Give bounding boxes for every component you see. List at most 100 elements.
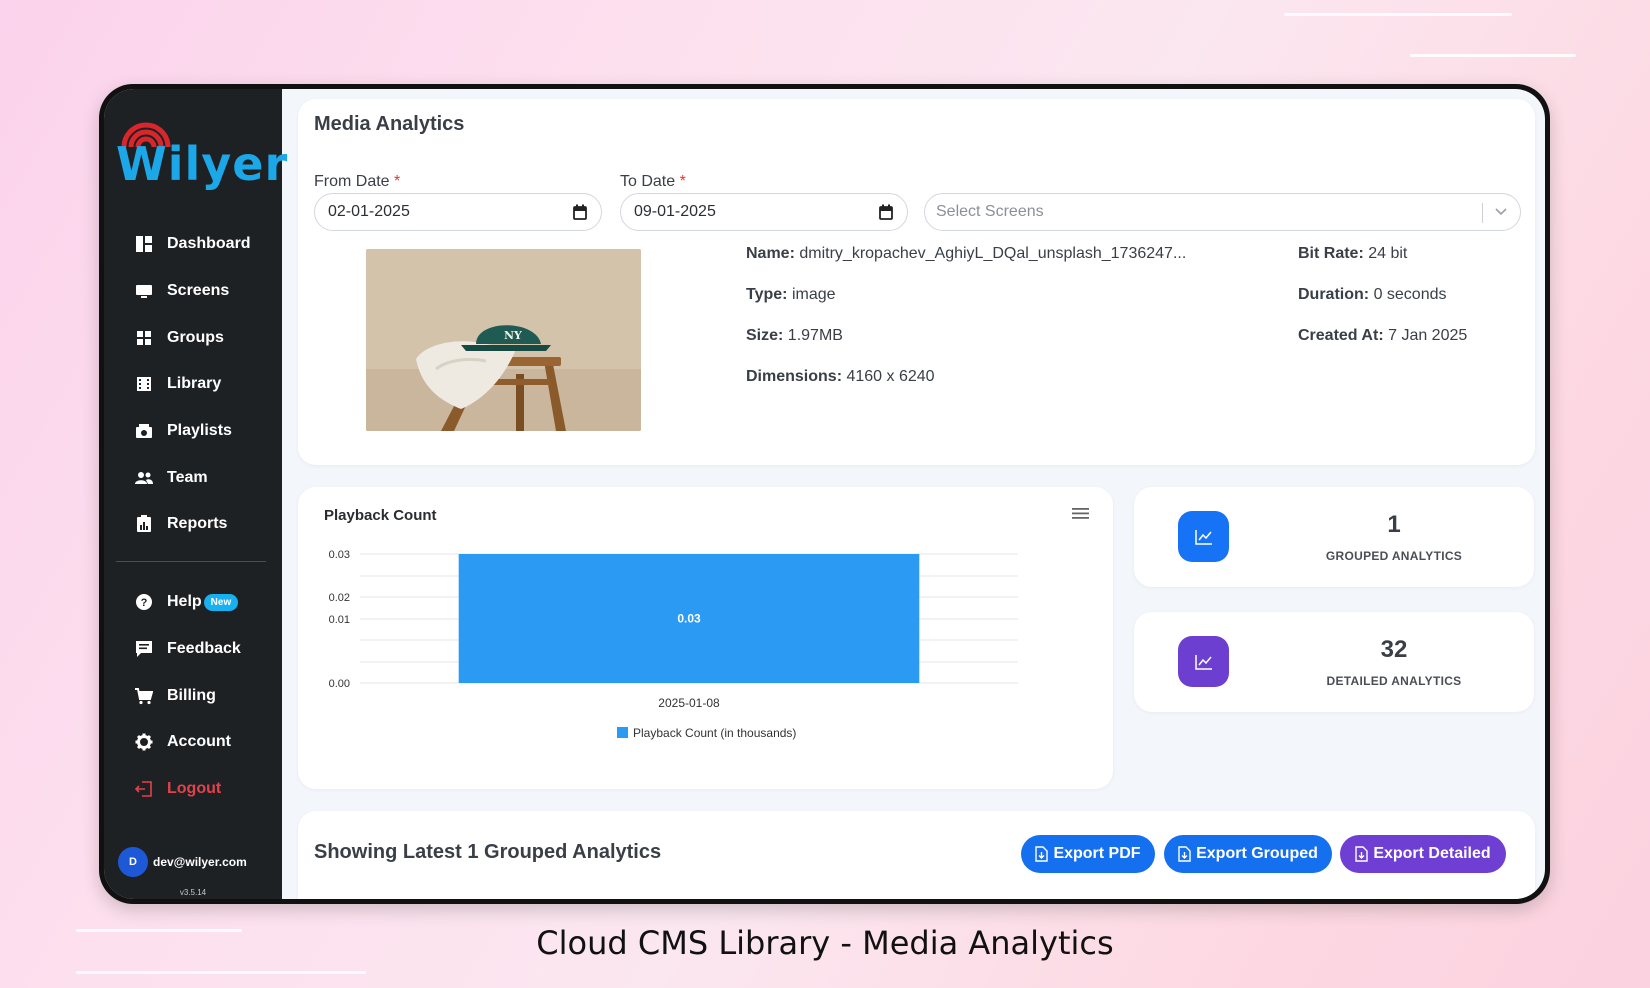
meta-bitrate-value: 24 bit bbox=[1368, 245, 1408, 262]
export-pdf-label: Export PDF bbox=[1053, 845, 1141, 862]
report-icon bbox=[134, 514, 154, 534]
export-grouped-label: Export Grouped bbox=[1196, 845, 1318, 862]
meta-type: Type: image bbox=[746, 286, 836, 304]
dropdown-divider bbox=[1482, 203, 1483, 223]
monitor-icon bbox=[134, 281, 154, 301]
to-date-value: 09-01-2025 bbox=[634, 203, 716, 220]
grouped-analytics-card[interactable]: 1 GROUPED ANALYTICS bbox=[1134, 487, 1534, 587]
sidebar-item-team[interactable]: Team bbox=[104, 454, 282, 501]
export-grouped-button[interactable]: Export Grouped bbox=[1164, 835, 1332, 873]
meta-name-value: dmitry_kropachev_AghiyL_DQal_unsplash_17… bbox=[799, 245, 1187, 262]
film-icon bbox=[134, 374, 154, 394]
meta-size-label: Size: bbox=[746, 327, 784, 344]
sidebar-item-dashboard[interactable]: Dashboard bbox=[104, 221, 282, 268]
meta-type-value: image bbox=[791, 286, 836, 303]
detailed-analytics-value: 32 bbox=[1380, 636, 1408, 663]
sidebar-item-groups[interactable]: Groups bbox=[104, 314, 282, 361]
chart-line-icon bbox=[1178, 636, 1229, 687]
calendar-icon[interactable] bbox=[573, 204, 587, 225]
meta-created: Created At: 7 Jan 2025 bbox=[1298, 327, 1467, 345]
to-date-input[interactable]: 09-01-2025 bbox=[620, 193, 908, 231]
playback-chart: 0.03 0.02 0.01 0.00 0.03 2025-01-08 Playback C… bbox=[329, 549, 1018, 740]
decorative-line bbox=[1284, 13, 1512, 16]
meta-dimensions-value: 4160 x 6240 bbox=[846, 368, 935, 385]
to-date-label-text: To Date bbox=[620, 173, 676, 190]
select-screens-placeholder: Select Screens bbox=[936, 203, 1044, 220]
meta-size: Size: 1.97MB bbox=[746, 327, 843, 345]
from-date-label-text: From Date bbox=[314, 173, 390, 190]
chart-line-icon bbox=[1178, 511, 1229, 562]
sidebar-item-label: Playlists bbox=[167, 422, 232, 440]
from-date-input[interactable]: 02-01-2025 bbox=[314, 193, 602, 231]
sidebar-item-label: Help bbox=[167, 593, 202, 611]
calendar-icon[interactable] bbox=[879, 204, 893, 225]
export-detailed-button[interactable]: Export Detailed bbox=[1340, 835, 1506, 873]
gear-icon bbox=[134, 732, 154, 752]
y-tick-label: 0.03 bbox=[329, 549, 350, 561]
file-download-icon bbox=[1355, 846, 1369, 862]
cart-icon bbox=[134, 686, 154, 706]
decorative-line bbox=[1410, 54, 1576, 57]
sidebar-item-label: Feedback bbox=[167, 640, 241, 658]
meta-bitrate: Bit Rate: 24 bit bbox=[1298, 245, 1407, 263]
sidebar-item-playlists[interactable]: Playlists bbox=[104, 408, 282, 455]
select-screens-dropdown[interactable]: Select Screens bbox=[924, 193, 1521, 231]
nav-divider bbox=[116, 561, 266, 562]
sidebar-item-label: Billing bbox=[167, 686, 216, 704]
y-tick-label: 0.00 bbox=[329, 678, 350, 690]
sidebar-item-label: Team bbox=[167, 468, 208, 486]
sidebar-item-billing[interactable]: Billing bbox=[104, 672, 282, 719]
required-mark: * bbox=[679, 173, 686, 190]
sidebar-item-label: Groups bbox=[167, 328, 224, 346]
help-icon: ? bbox=[134, 592, 154, 612]
sidebar-item-feedback[interactable]: Feedback bbox=[104, 626, 282, 673]
main-content: Media Analytics From Date * 02-01-2025 T… bbox=[282, 89, 1545, 899]
user-profile[interactable]: D dev@wilyer.com bbox=[118, 847, 247, 877]
legend-swatch bbox=[617, 727, 628, 738]
user-email: dev@wilyer.com bbox=[153, 855, 247, 869]
export-pdf-button[interactable]: Export PDF bbox=[1021, 835, 1155, 873]
bar-data-label: 0.03 bbox=[677, 612, 701, 626]
meta-created-label: Created At: bbox=[1298, 327, 1384, 344]
playlist-icon bbox=[134, 421, 154, 441]
from-date-label: From Date * bbox=[314, 173, 400, 191]
sidebar-item-label: Screens bbox=[167, 282, 230, 300]
meta-duration-label: Duration: bbox=[1298, 286, 1370, 303]
meta-dimensions-label: Dimensions: bbox=[746, 368, 843, 385]
app-version: v3.5.14 bbox=[179, 888, 207, 897]
sidebar-item-help[interactable]: ? Help New bbox=[104, 579, 282, 626]
media-analytics-card: Media Analytics From Date * 02-01-2025 T… bbox=[298, 99, 1535, 465]
y-tick-label: 0.02 bbox=[329, 592, 350, 604]
chevron-down-icon[interactable] bbox=[1494, 204, 1508, 223]
file-download-icon bbox=[1035, 846, 1049, 862]
sidebar-item-reports[interactable]: Reports bbox=[104, 501, 282, 548]
page-caption: Cloud CMS Library - Media Analytics bbox=[536, 924, 1114, 962]
primary-nav: Dashboard Screens Groups Library Playlis… bbox=[104, 221, 282, 548]
avatar: D bbox=[118, 847, 148, 877]
meta-name-label: Name: bbox=[746, 245, 795, 262]
meta-name: Name: dmitry_kropachev_AghiyL_DQal_unspl… bbox=[746, 245, 1186, 263]
feedback-icon bbox=[134, 639, 154, 659]
export-detailed-label: Export Detailed bbox=[1373, 845, 1491, 862]
media-thumbnail: NY bbox=[366, 249, 641, 431]
sidebar-item-logout[interactable]: Logout bbox=[104, 766, 282, 813]
sidebar-item-library[interactable]: Library bbox=[104, 361, 282, 408]
required-mark: * bbox=[394, 173, 401, 190]
detailed-analytics-label: DETAILED ANALYTICS bbox=[1326, 674, 1462, 688]
meta-type-label: Type: bbox=[746, 286, 788, 303]
grouped-analytics-list: Showing Latest 1 Grouped Analytics Expor… bbox=[298, 811, 1535, 899]
detailed-analytics-card[interactable]: 32 DETAILED ANALYTICS bbox=[1134, 612, 1534, 712]
secondary-nav: ? Help New Feedback Billing Account Logo… bbox=[104, 579, 282, 812]
list-title: Showing Latest 1 Grouped Analytics bbox=[314, 841, 662, 863]
meta-duration-value: 0 seconds bbox=[1373, 286, 1447, 303]
new-badge: New bbox=[203, 593, 239, 611]
grouped-analytics-value: 1 bbox=[1387, 511, 1401, 538]
sidebar-item-screens[interactable]: Screens bbox=[104, 268, 282, 315]
to-date-label: To Date * bbox=[620, 173, 686, 191]
sidebar-item-label: Account bbox=[167, 733, 231, 751]
meta-dimensions: Dimensions: 4160 x 6240 bbox=[746, 368, 935, 386]
grouped-analytics-label: GROUPED ANALYTICS bbox=[1325, 549, 1463, 563]
sidebar-item-label: Library bbox=[167, 375, 222, 393]
sidebar-item-account[interactable]: Account bbox=[104, 719, 282, 766]
app-window: Wilyer Dashboard Screens Groups Library … bbox=[104, 89, 1545, 899]
